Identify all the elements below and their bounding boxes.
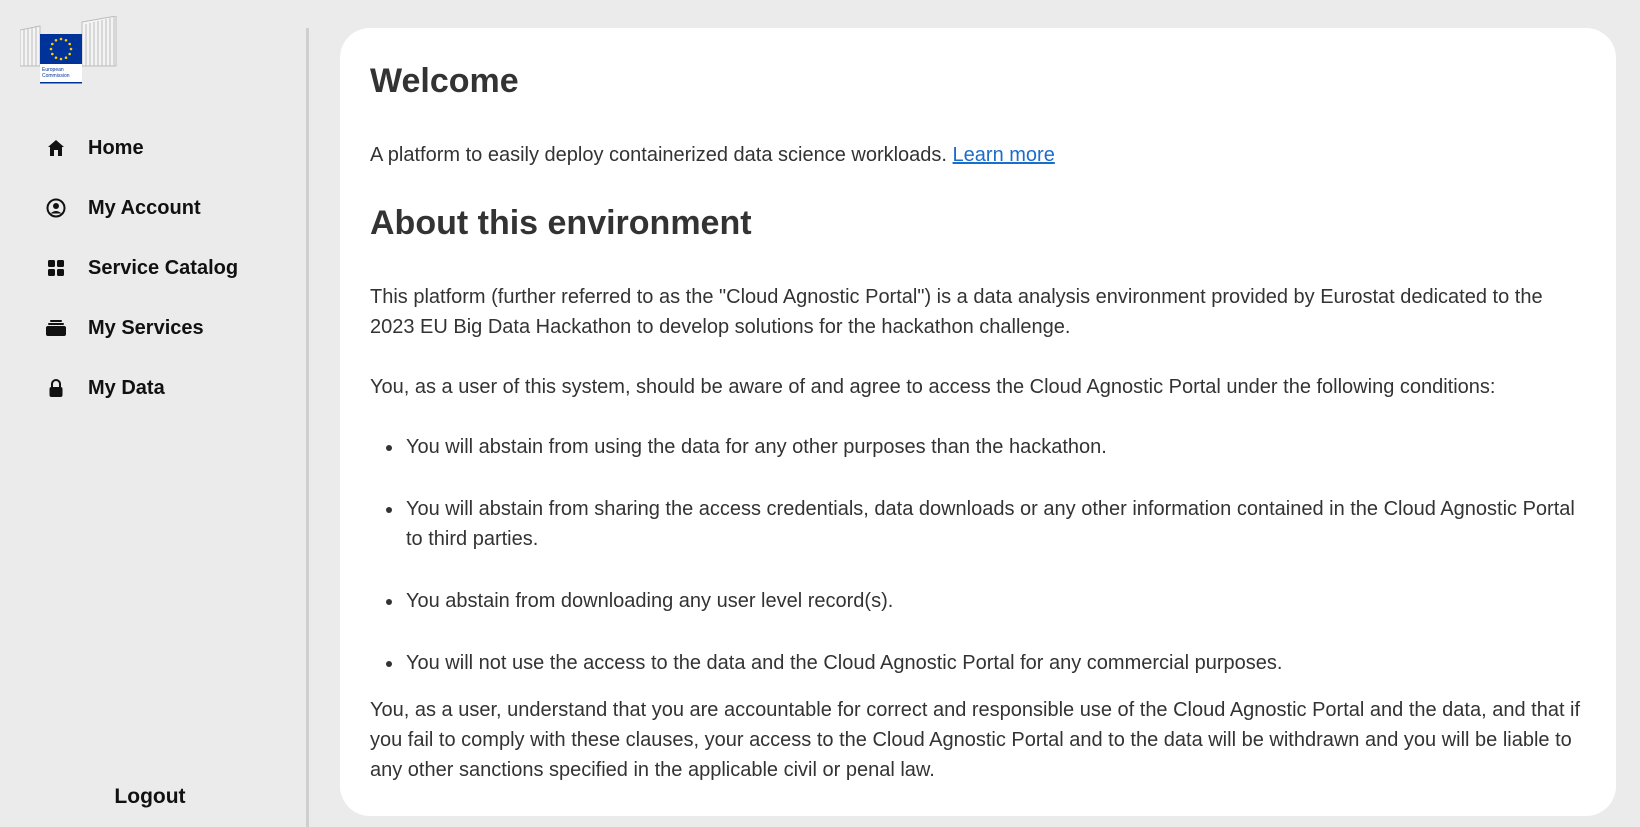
- grid-icon: [46, 258, 66, 278]
- sidebar-item-label: My Account: [88, 196, 201, 219]
- home-icon: [46, 138, 66, 158]
- sidebar-divider: [306, 28, 309, 827]
- list-item: You abstain from downloading any user le…: [386, 586, 1586, 616]
- account-circle-icon: [46, 198, 66, 218]
- intro-text: A platform to easily deploy containerize…: [370, 144, 947, 166]
- sidebar-item-label: Home: [88, 136, 144, 159]
- sidebar-item-home[interactable]: Home: [0, 118, 300, 178]
- conditions-list: You will abstain from using the data for…: [370, 432, 1586, 678]
- about-paragraph: This platform (further referred to as th…: [370, 286, 1543, 338]
- sidebar-item-my-data[interactable]: My Data: [0, 358, 300, 418]
- sidebar-item-my-services[interactable]: My Services: [0, 298, 300, 358]
- logout-button[interactable]: Logout: [0, 785, 300, 809]
- list-item: You will abstain from sharing the access…: [386, 494, 1586, 554]
- main-content-card: Welcome A platform to easily deploy cont…: [340, 28, 1616, 816]
- sidebar: European Commission Home My Account Serv…: [0, 0, 306, 827]
- sidebar-item-my-account[interactable]: My Account: [0, 178, 300, 238]
- intro-paragraph: A platform to easily deploy containerize…: [370, 140, 1586, 170]
- svg-text:Commission: Commission: [42, 73, 70, 79]
- sidebar-item-label: My Services: [88, 316, 204, 339]
- lock-icon: [46, 378, 66, 398]
- list-item: You will abstain from using the data for…: [386, 432, 1586, 462]
- conditions-intro: You, as a user of this system, should be…: [370, 376, 1496, 398]
- about-heading: About this environment: [370, 204, 752, 242]
- briefcase-icon: [46, 318, 66, 338]
- sidebar-nav: Home My Account Service Catalog My Servi…: [0, 118, 300, 418]
- sidebar-item-label: Service Catalog: [88, 256, 239, 279]
- european-commission-logo[interactable]: European Commission: [19, 15, 124, 88]
- sidebar-item-service-catalog[interactable]: Service Catalog: [0, 238, 300, 298]
- learn-more-link[interactable]: Learn more: [953, 144, 1055, 166]
- sidebar-item-label: My Data: [88, 376, 165, 399]
- accountability-paragraph: You, as a user, understand that you are …: [370, 699, 1581, 781]
- welcome-heading: Welcome: [370, 62, 519, 100]
- list-item: You will not use the access to the data …: [386, 648, 1586, 678]
